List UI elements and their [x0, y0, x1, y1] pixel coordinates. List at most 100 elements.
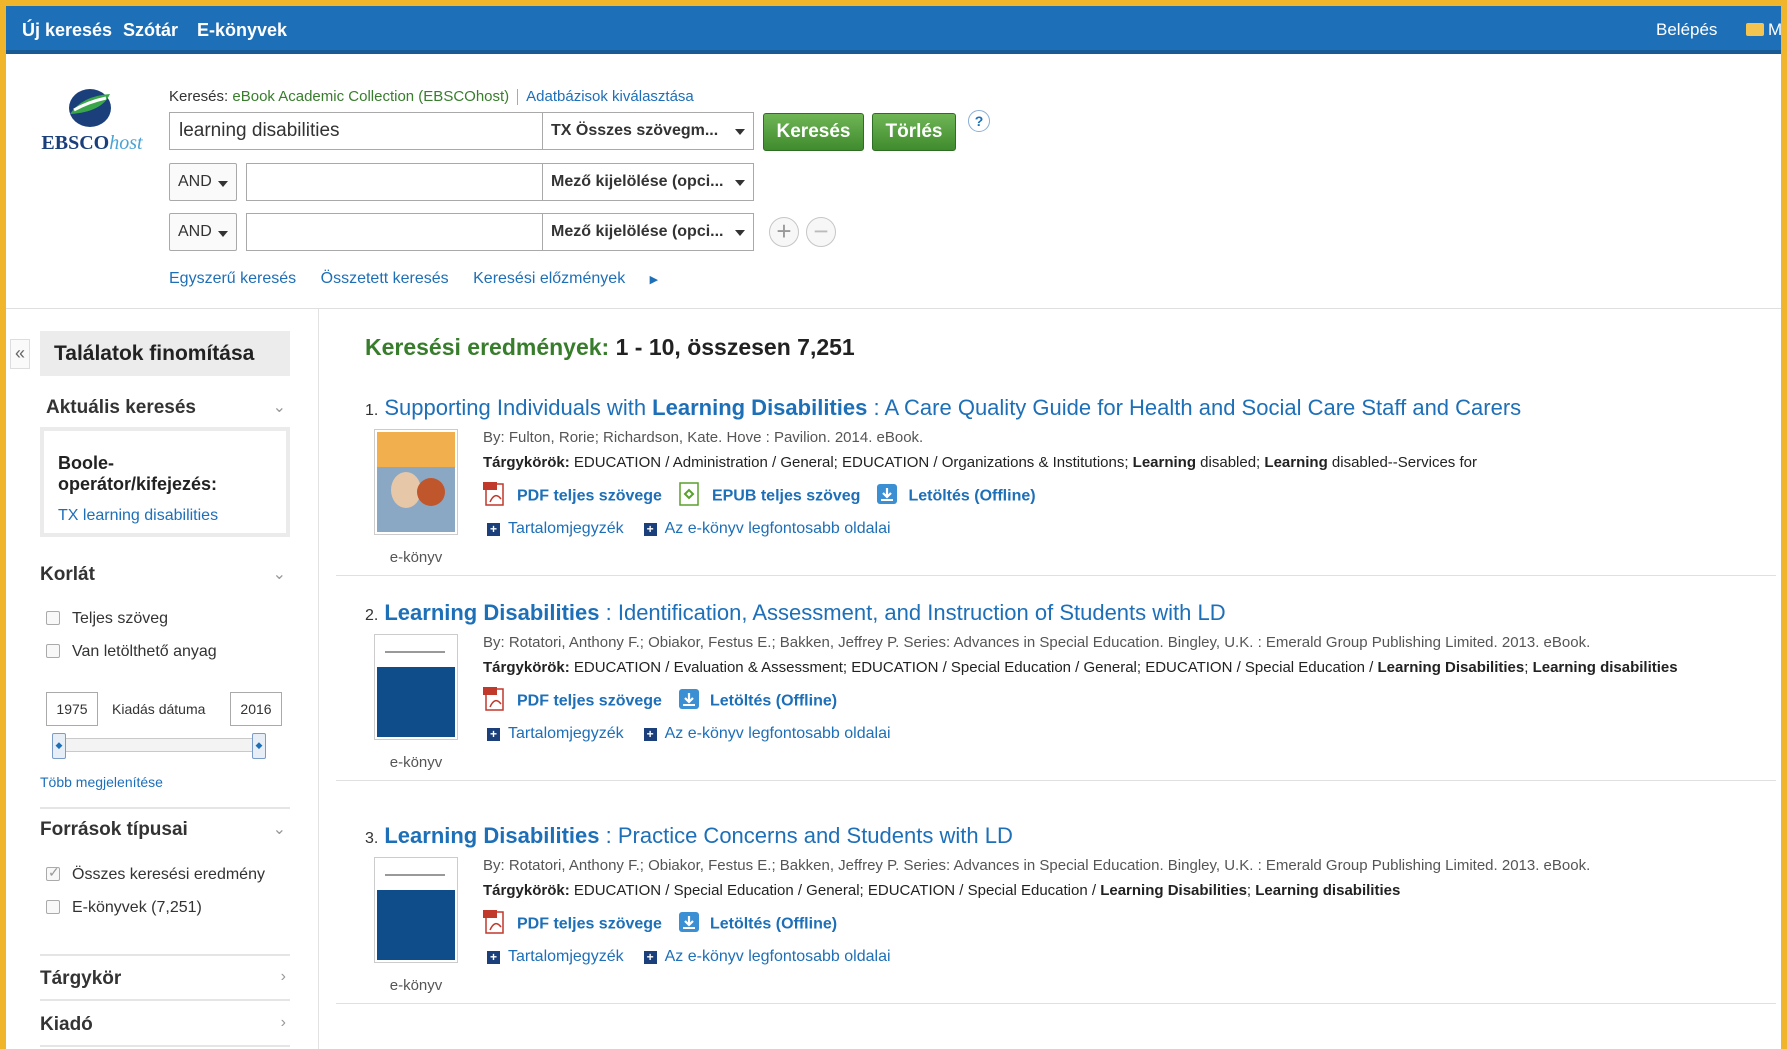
clear-button[interactable]: Törlés [872, 113, 956, 151]
pdf-label: PDF teljes szövege [517, 487, 662, 505]
field-select-3[interactable]: Mező kijelölése (opci... [542, 214, 753, 250]
field-select-1[interactable]: TX Összes szövegm... [542, 113, 753, 149]
search-input-2[interactable] [247, 164, 542, 200]
folder-link[interactable]: M [1746, 6, 1781, 54]
epub-label: EPUB teljes szöveg [711, 487, 861, 505]
limit-downloadable-label: Van letölthető anyag [72, 643, 217, 660]
subject-header[interactable]: Tárgykör › [40, 968, 290, 990]
key-pages-link[interactable]: + Az e-könyv legfontosabb oldalai [643, 520, 891, 537]
plus-icon: + [643, 523, 657, 536]
advanced-search-link[interactable]: Összetett keresés [321, 270, 449, 287]
ebsco-leaf-icon [69, 89, 111, 127]
field-select-2[interactable]: Mező kijelölése (opci... [542, 164, 753, 200]
bool-select-3[interactable]: AND [169, 213, 237, 251]
checkbox[interactable] [46, 900, 60, 914]
chevron-down-icon: ⌄ [272, 399, 286, 416]
book-cover[interactable] [374, 634, 458, 740]
bool-select-3-label: AND [178, 223, 212, 240]
search-input-3[interactable] [247, 214, 542, 250]
field-select-2-label: Mező kijelölése (opci... [551, 173, 724, 190]
title-post: : A Care Quality Guide for Health and So… [867, 395, 1522, 420]
chevron-down-icon: ⌄ [272, 821, 286, 838]
search-row-1: TX Összes szövegm... [169, 112, 754, 150]
download-offline-link[interactable]: Letöltés (Offline) [678, 911, 837, 938]
ebsco-logo[interactable]: EBSCOhost [32, 88, 152, 155]
remove-row-icon[interactable]: − [806, 217, 836, 247]
search-mode-links: Egyszerű keresés Összetett keresés Keres… [169, 270, 698, 288]
title-highlight: Learning Disabilities [384, 600, 600, 625]
searching-label: Keresés: [169, 88, 229, 105]
nav-new-search[interactable]: Új keresés [22, 6, 112, 54]
chevron-down-icon [735, 180, 745, 186]
checkbox[interactable] [46, 644, 60, 658]
key-pages-label: Az e-könyv legfontosabb oldalai [664, 725, 891, 742]
book-cover[interactable] [374, 429, 458, 535]
divider [40, 807, 290, 809]
year-to-input[interactable]: 2016 [230, 692, 282, 726]
nav-dictionary[interactable]: Szótár [123, 6, 178, 54]
bool-select-2[interactable]: AND [169, 163, 237, 201]
download-label: Letöltés (Offline) [709, 915, 838, 933]
toc-link[interactable]: + Tartalomjegyzék [487, 725, 624, 742]
limit-header[interactable]: Korlát ⌄ [40, 564, 290, 586]
limit-full-text[interactable]: Teljes szöveg [46, 610, 168, 628]
search-button[interactable]: Keresés [763, 113, 864, 151]
basic-search-link[interactable]: Egyszerű keresés [169, 270, 296, 287]
toc-link[interactable]: + Tartalomjegyzék [487, 948, 624, 965]
date-slider[interactable]: ◆ ◆ [52, 733, 266, 759]
search-history-link[interactable]: Keresési előzmények ▶ [473, 270, 678, 287]
boolean-value-link[interactable]: TX learning disabilities [58, 507, 272, 525]
search-input[interactable] [170, 113, 542, 149]
choose-databases-link[interactable]: Adatbázisok kiválasztása [526, 88, 694, 105]
publisher-header[interactable]: Kiadó › [40, 1014, 290, 1036]
help-icon[interactable]: ? [968, 110, 990, 132]
slider-handle-left[interactable]: ◆ [52, 733, 66, 759]
checkbox-checked[interactable] [46, 864, 60, 881]
add-row-icon[interactable]: + [769, 217, 799, 247]
download-offline-link[interactable]: Letöltés (Offline) [678, 688, 837, 715]
login-link[interactable]: Belépés [1656, 6, 1717, 54]
refine-sidebar: « Találatok finomítása Aktuális keresés ⌄… [6, 309, 319, 1049]
caret-right-icon: ▶ [649, 274, 659, 286]
divider [40, 999, 290, 1001]
key-pages-link[interactable]: + Az e-könyv legfontosabb oldalai [643, 948, 891, 965]
search-area: EBSCOhost Keresés: eBook Academic Collec… [6, 58, 1781, 308]
result-title[interactable]: 2. Learning Disabilities : Identification… [365, 600, 1226, 626]
expand-links: + Tartalomjegyzék + Az e-könyv legfontosabb… [487, 948, 911, 966]
subjects-label: Tárgykörök: [483, 659, 570, 676]
database-name[interactable]: eBook Academic Collection (EBSCOhost) [232, 88, 509, 105]
download-offline-link[interactable]: Letöltés (Offline) [876, 483, 1036, 510]
pdf-full-text-link[interactable]: PDF teljes szövege [483, 686, 662, 717]
download-label: Letöltés (Offline) [908, 487, 1036, 505]
book-cover[interactable] [374, 857, 458, 963]
app-frame: Új keresés Szótár E-könyvek Belépés M EB… [6, 6, 1781, 1049]
nav-ebooks[interactable]: E-könyvek [197, 6, 287, 54]
slider-handle-right[interactable]: ◆ [252, 733, 266, 759]
folder-icon [1746, 23, 1764, 36]
toc-link[interactable]: + Tartalomjegyzék [487, 520, 624, 537]
result-title[interactable]: 1. Supporting Individuals with Learning D… [365, 395, 1521, 421]
publication-date-label: Kiadás dátuma [112, 701, 206, 717]
epub-full-text-link[interactable]: EPUB teljes szöveg [678, 481, 861, 512]
result-number: 1. [365, 402, 379, 419]
chevron-down-icon [218, 181, 228, 187]
key-pages-link[interactable]: + Az e-könyv legfontosabb oldalai [643, 725, 891, 742]
show-more-link[interactable]: Több megjelenítése [40, 774, 163, 790]
download-icon [678, 688, 700, 715]
year-from-input[interactable]: 1975 [46, 692, 98, 726]
plus-icon: + [487, 523, 500, 536]
result-title[interactable]: 3. Learning Disabilities : Practice Conce… [365, 823, 1013, 849]
download-icon [678, 911, 700, 938]
source-ebooks[interactable]: E-könyvek (7,251) [46, 899, 202, 917]
collapse-sidebar-icon[interactable]: « [10, 339, 30, 369]
pdf-full-text-link[interactable]: PDF teljes szövege [483, 481, 662, 512]
result-subjects: Tárgykörök: EDUCATION / Special Educatio… [483, 882, 1400, 899]
expand-links: + Tartalomjegyzék + Az e-könyv legfontosabb… [487, 725, 911, 743]
limit-downloadable[interactable]: Van letölthető anyag [46, 643, 217, 661]
source-all-results[interactable]: Összes keresési eredmény [46, 864, 265, 884]
current-search-header[interactable]: Aktuális keresés ⌄ [40, 397, 290, 419]
source-types-header[interactable]: Források típusai ⌄ [40, 819, 290, 841]
checkbox[interactable] [46, 611, 60, 625]
key-pages-label: Az e-könyv legfontosabb oldalai [664, 520, 891, 537]
pdf-full-text-link[interactable]: PDF teljes szövege [483, 909, 662, 940]
